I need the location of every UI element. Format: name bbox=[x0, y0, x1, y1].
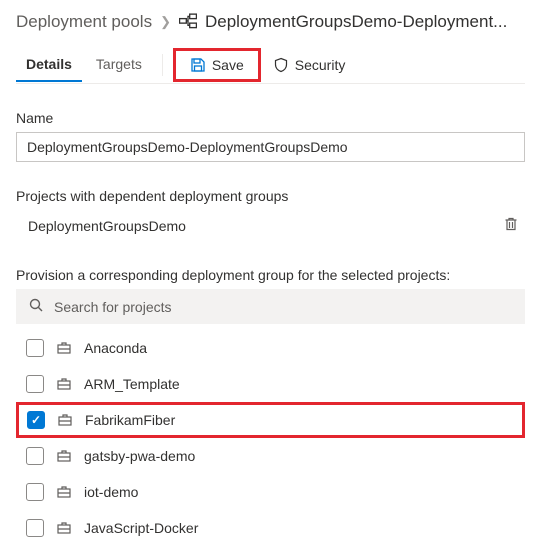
project-label: gatsby-pwa-demo bbox=[84, 448, 195, 464]
checkbox[interactable] bbox=[26, 519, 44, 537]
chevron-right-icon: ❯ bbox=[160, 14, 171, 30]
search-row bbox=[16, 289, 525, 324]
provision-label: Provision a corresponding deployment gro… bbox=[16, 267, 525, 283]
name-input[interactable] bbox=[16, 132, 525, 162]
project-label: FabrikamFiber bbox=[85, 412, 175, 428]
deployment-pool-icon bbox=[179, 13, 197, 31]
briefcase-icon bbox=[56, 520, 72, 536]
briefcase-icon bbox=[57, 412, 73, 428]
project-label: JavaScript-Docker bbox=[84, 520, 198, 536]
dependent-label: Projects with dependent deployment group… bbox=[16, 188, 525, 204]
dependent-row: DeploymentGroupsDemo bbox=[16, 210, 525, 241]
security-label: Security bbox=[295, 57, 346, 73]
breadcrumb-current: DeploymentGroupsDemo-Deployment... bbox=[205, 12, 507, 32]
project-item[interactable]: JavaScript-Docker bbox=[16, 510, 525, 546]
save-highlight: Save bbox=[173, 48, 261, 82]
project-item[interactable]: iot-demo bbox=[16, 474, 525, 510]
tab-details[interactable]: Details bbox=[16, 48, 82, 82]
checkbox[interactable] bbox=[27, 411, 45, 429]
security-button[interactable]: Security bbox=[265, 53, 354, 77]
dependent-section: Projects with dependent deployment group… bbox=[16, 188, 525, 241]
dependent-project-name: DeploymentGroupsDemo bbox=[28, 218, 186, 234]
project-item[interactable]: Anaconda bbox=[16, 330, 525, 366]
save-label: Save bbox=[212, 57, 244, 73]
shield-icon bbox=[273, 57, 289, 73]
briefcase-icon bbox=[56, 448, 72, 464]
project-label: iot-demo bbox=[84, 484, 138, 500]
checkbox[interactable] bbox=[26, 483, 44, 501]
briefcase-icon bbox=[56, 376, 72, 392]
search-icon bbox=[28, 297, 44, 316]
toolbar-separator bbox=[162, 54, 163, 76]
checkbox[interactable] bbox=[26, 375, 44, 393]
name-label: Name bbox=[16, 110, 525, 126]
provision-section: Provision a corresponding deployment gro… bbox=[16, 267, 525, 546]
delete-icon[interactable] bbox=[503, 216, 519, 235]
briefcase-icon bbox=[56, 340, 72, 356]
project-list: Anaconda ARM_Template FabrikamFiber gatsby-… bbox=[16, 330, 525, 546]
project-label: ARM_Template bbox=[84, 376, 180, 392]
checkbox[interactable] bbox=[26, 339, 44, 357]
project-item[interactable]: gatsby-pwa-demo bbox=[16, 438, 525, 474]
project-item[interactable]: ARM_Template bbox=[16, 366, 525, 402]
search-input[interactable] bbox=[54, 299, 513, 315]
checkbox[interactable] bbox=[26, 447, 44, 465]
save-button[interactable]: Save bbox=[182, 53, 252, 77]
tab-targets[interactable]: Targets bbox=[86, 48, 152, 82]
project-label: Anaconda bbox=[84, 340, 147, 356]
project-item[interactable]: FabrikamFiber bbox=[16, 402, 525, 438]
toolbar: Details Targets Save Security bbox=[16, 46, 525, 84]
briefcase-icon bbox=[56, 484, 72, 500]
save-icon bbox=[190, 57, 206, 73]
name-section: Name bbox=[16, 110, 525, 162]
breadcrumb: Deployment pools ❯ DeploymentGroupsDemo-… bbox=[16, 12, 525, 32]
breadcrumb-root[interactable]: Deployment pools bbox=[16, 12, 152, 32]
